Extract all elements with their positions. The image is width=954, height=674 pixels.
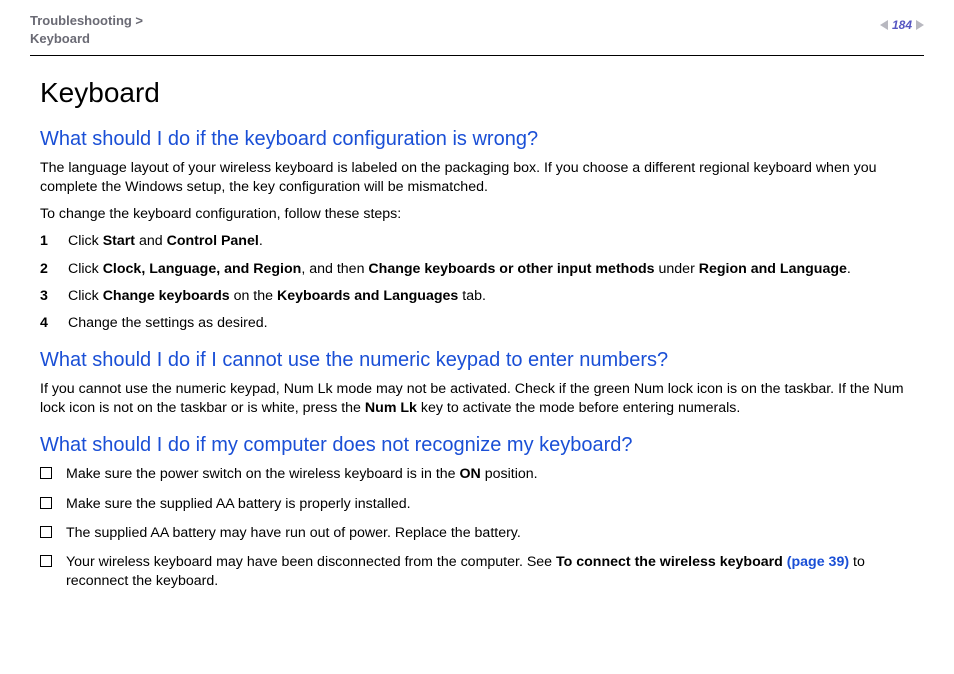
page-nav: 184 bbox=[880, 12, 924, 32]
text-run: . bbox=[847, 261, 851, 277]
step-number: 2 bbox=[40, 260, 54, 279]
item-text: The supplied AA battery may have run out… bbox=[66, 524, 521, 543]
text-run: , and then bbox=[301, 261, 368, 277]
text-run: Make sure the power switch on the wirele… bbox=[66, 466, 460, 482]
bold-run: Keyboards and Languages bbox=[277, 288, 458, 304]
text-run: on the bbox=[230, 288, 277, 304]
q1-paragraph-2: To change the keyboard configuration, fo… bbox=[40, 205, 914, 224]
item-text: Make sure the supplied AA battery is pro… bbox=[66, 495, 411, 514]
bold-run: Start bbox=[103, 233, 135, 249]
prev-page-icon[interactable] bbox=[880, 20, 888, 30]
text-run: Click bbox=[68, 261, 103, 277]
list-item: Make sure the power switch on the wirele… bbox=[40, 465, 914, 484]
text-run: and bbox=[135, 233, 167, 249]
bold-run: Control Panel bbox=[167, 233, 259, 249]
text-run: position. bbox=[481, 466, 538, 482]
bold-run: ON bbox=[460, 466, 481, 482]
bold-run: Clock, Language, and Region bbox=[103, 261, 302, 277]
text-run: . bbox=[259, 233, 263, 249]
page-content: Keyboard What should I do if the keyboar… bbox=[0, 56, 954, 591]
step-text: Click Start and Control Panel. bbox=[68, 232, 263, 251]
bold-run: To connect the wireless keyboard bbox=[556, 554, 783, 570]
bullet-box-icon bbox=[40, 526, 52, 538]
bold-run: Num Lk bbox=[365, 400, 417, 416]
bullet-box-icon bbox=[40, 555, 52, 567]
breadcrumb-line-1: Troubleshooting > bbox=[30, 12, 143, 30]
bold-run: Region and Language bbox=[699, 261, 847, 277]
page-number: 184 bbox=[892, 18, 912, 32]
step-4: 4 Change the settings as desired. bbox=[40, 314, 914, 333]
bold-run: Change keyboards or other input methods bbox=[368, 261, 654, 277]
question-1-heading: What should I do if the keyboard configu… bbox=[40, 126, 914, 153]
text-run: Your wireless keyboard may have been dis… bbox=[66, 554, 556, 570]
text-run: key to activate the mode before entering… bbox=[417, 400, 740, 416]
page-link[interactable]: (page 39) bbox=[783, 554, 849, 570]
page-header: Troubleshooting > Keyboard 184 bbox=[0, 0, 954, 55]
question-3-heading: What should I do if my computer does not… bbox=[40, 432, 914, 459]
step-text: Click Change keyboards on the Keyboards … bbox=[68, 287, 486, 306]
step-number: 3 bbox=[40, 287, 54, 306]
text-run: Click bbox=[68, 288, 103, 304]
breadcrumb: Troubleshooting > Keyboard bbox=[30, 12, 143, 47]
q1-steps: 1 Click Start and Control Panel. 2 Click… bbox=[40, 232, 914, 333]
q1-paragraph-1: The language layout of your wireless key… bbox=[40, 159, 914, 197]
bullet-box-icon bbox=[40, 467, 52, 479]
item-text: Your wireless keyboard may have been dis… bbox=[66, 553, 914, 591]
page-title: Keyboard bbox=[40, 74, 914, 112]
q3-bullets: Make sure the power switch on the wirele… bbox=[40, 465, 914, 591]
bold-run: Change keyboards bbox=[103, 288, 230, 304]
step-text: Click Clock, Language, and Region, and t… bbox=[68, 260, 851, 279]
list-item: The supplied AA battery may have run out… bbox=[40, 524, 914, 543]
step-number: 4 bbox=[40, 314, 54, 333]
q2-paragraph: If you cannot use the numeric keypad, Nu… bbox=[40, 380, 914, 418]
next-page-icon[interactable] bbox=[916, 20, 924, 30]
breadcrumb-line-2: Keyboard bbox=[30, 30, 143, 48]
bullet-box-icon bbox=[40, 497, 52, 509]
step-text: Change the settings as desired. bbox=[68, 314, 268, 333]
question-2-heading: What should I do if I cannot use the num… bbox=[40, 347, 914, 374]
step-3: 3 Click Change keyboards on the Keyboard… bbox=[40, 287, 914, 306]
text-run: Click bbox=[68, 233, 103, 249]
item-text: Make sure the power switch on the wirele… bbox=[66, 465, 538, 484]
step-1: 1 Click Start and Control Panel. bbox=[40, 232, 914, 251]
step-number: 1 bbox=[40, 232, 54, 251]
text-run: tab. bbox=[458, 288, 486, 304]
step-2: 2 Click Clock, Language, and Region, and… bbox=[40, 260, 914, 279]
list-item: Make sure the supplied AA battery is pro… bbox=[40, 495, 914, 514]
text-run: under bbox=[655, 261, 699, 277]
list-item: Your wireless keyboard may have been dis… bbox=[40, 553, 914, 591]
